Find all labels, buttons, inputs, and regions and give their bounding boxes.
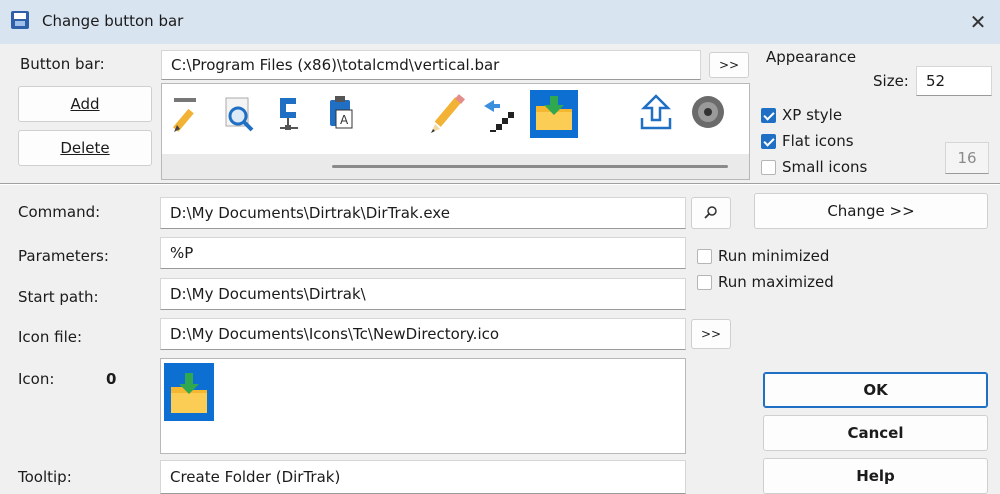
small-icons-size-input[interactable]: 16	[945, 142, 989, 174]
add-button-label: Add	[70, 95, 100, 113]
icon-file-label: Icon file:	[18, 328, 83, 346]
run-minimized-label: Run minimized	[718, 247, 830, 265]
toolbar-scrollbar[interactable]	[332, 165, 728, 168]
button-bar-preview[interactable]: A	[161, 83, 750, 180]
flat-icons-label: Flat icons	[782, 132, 854, 150]
run-maximized-option[interactable]: Run maximized	[697, 273, 834, 291]
button-bar-label: Button bar:	[20, 55, 105, 73]
cancel-button[interactable]: Cancel	[763, 415, 988, 451]
icon-file-browse-button[interactable]: >>	[691, 319, 731, 349]
run-minimized-option[interactable]: Run minimized	[697, 247, 829, 265]
xp-style-label: XP style	[782, 106, 843, 124]
button-bar-path-field[interactable]: C:\Program Files (x86)\totalcmd\vertical…	[161, 50, 701, 80]
run-maximized-checkbox[interactable]	[697, 274, 712, 290]
parameters-label: Parameters:	[18, 247, 109, 265]
button-bar-browse-button[interactable]: >>	[709, 52, 749, 78]
network-drive-icon[interactable]	[270, 92, 314, 136]
appearance-group-title: Appearance	[766, 48, 857, 66]
magnifier-icon[interactable]	[218, 92, 262, 136]
small-icons-option[interactable]: Small icons	[761, 158, 867, 176]
xp-style-option[interactable]: XP style	[761, 106, 842, 124]
title-bar: Change button bar ✕	[0, 0, 1000, 44]
command-label: Command:	[18, 203, 101, 221]
small-icons-label: Small icons	[782, 158, 868, 176]
icon-list[interactable]	[160, 358, 686, 454]
close-button[interactable]: ✕	[962, 6, 994, 38]
add-button[interactable]: Add	[18, 86, 152, 122]
clipboard-icon[interactable]: A	[322, 92, 366, 136]
new-folder-icon[interactable]	[530, 90, 578, 138]
delete-button[interactable]: Delete	[18, 130, 152, 166]
flat-icons-option[interactable]: Flat icons	[761, 132, 854, 150]
icon-index: 0	[106, 370, 117, 388]
icon-file-input[interactable]: D:\My Documents\Icons\Tc\NewDirectory.ic…	[160, 318, 686, 350]
tooltip-input[interactable]: Create Folder (DirTrak)	[160, 460, 686, 494]
magnifier-icon	[704, 206, 717, 219]
tooltip-label: Tooltip:	[18, 468, 72, 486]
command-search-button[interactable]	[691, 197, 731, 229]
ok-button[interactable]: OK	[763, 372, 988, 408]
size-input[interactable]: 52	[916, 66, 992, 96]
disc-icon[interactable]	[686, 92, 730, 136]
move-stairs-icon[interactable]	[478, 92, 522, 136]
run-maximized-label: Run maximized	[718, 273, 834, 291]
ruler-pencil-icon[interactable]	[168, 92, 212, 136]
new-folder-icon[interactable]	[164, 363, 214, 421]
xp-style-checkbox[interactable]	[761, 107, 776, 123]
start-path-label: Start path:	[18, 288, 99, 306]
command-input[interactable]: D:\My Documents\Dirtrak\DirTrak.exe	[160, 197, 686, 229]
icon-label: Icon:	[18, 370, 55, 388]
delete-button-label: Delete	[60, 139, 110, 157]
pencil-icon[interactable]	[426, 92, 470, 136]
parameters-input[interactable]: %P	[160, 237, 686, 269]
svg-text:A: A	[340, 113, 349, 127]
upload-icon[interactable]	[634, 92, 678, 136]
size-label: Size:	[873, 72, 909, 90]
section-divider-highlight	[0, 184, 1000, 185]
run-minimized-checkbox[interactable]	[697, 248, 712, 264]
help-button[interactable]: Help	[763, 458, 988, 494]
start-path-input[interactable]: D:\My Documents\Dirtrak\	[160, 278, 686, 310]
change-button[interactable]: Change >>	[754, 193, 988, 229]
small-icons-checkbox[interactable]	[761, 159, 776, 175]
toolbar-scroll-area	[162, 154, 749, 179]
window-title: Change button bar	[42, 12, 184, 30]
app-icon	[11, 11, 29, 29]
flat-icons-checkbox[interactable]	[761, 133, 776, 149]
